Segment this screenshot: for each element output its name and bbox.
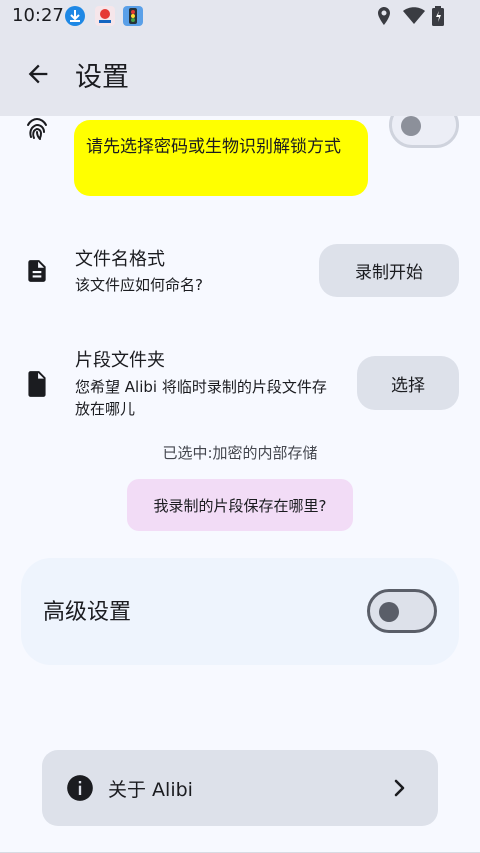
- status-time: 10:27: [12, 5, 64, 26]
- advanced-settings-card[interactable]: 高级设置: [21, 558, 459, 665]
- clip-folder-tooltip: 我录制的片段保存在哪里?: [127, 479, 353, 531]
- choose-folder-button[interactable]: 选择: [357, 356, 459, 410]
- clip-folder-title: 片段文件夹: [75, 350, 165, 371]
- security-toggle[interactable]: [389, 116, 459, 148]
- document-text-icon: [24, 258, 50, 288]
- about-label: 关于 Alibi: [108, 779, 193, 801]
- advanced-toggle-knob: [379, 602, 399, 622]
- filename-format-subtitle: 该文件应如何命名?: [75, 276, 203, 294]
- security-toggle-knob: [401, 116, 421, 136]
- app-icon: [95, 6, 115, 26]
- page-title: 设置: [75, 62, 129, 93]
- download-icon: [65, 6, 85, 26]
- arrow-back-icon: [28, 64, 48, 84]
- recording-start-button[interactable]: 录制开始: [319, 244, 459, 297]
- advanced-settings-toggle[interactable]: [367, 589, 437, 633]
- selected-folder-caption: 已选中:加密的内部存储: [162, 444, 318, 462]
- battery-icon: [432, 6, 444, 30]
- settings-list[interactable]: 请先选择密码或生物识别解锁方式 文件名格式 该文件应如何命名? 录制开始 片段文…: [0, 116, 480, 853]
- about-button[interactable]: 关于 Alibi: [42, 750, 438, 826]
- clip-folder-subtitle: 您希望 Alibi 将临时录制的片段文件存放在哪儿: [75, 378, 327, 418]
- location-icon: [375, 6, 393, 30]
- app-bar: 设置: [0, 32, 480, 116]
- status-bar: 10:27: [0, 0, 480, 32]
- filename-format-title: 文件名格式: [75, 249, 165, 270]
- document-icon: [24, 369, 50, 403]
- traffic-light-icon: [123, 6, 143, 26]
- wifi-icon: [402, 6, 426, 30]
- back-button[interactable]: [20, 56, 56, 92]
- fingerprint-icon: [24, 116, 50, 144]
- security-tooltip: 请先选择密码或生物识别解锁方式: [74, 120, 368, 196]
- chevron-right-icon: [390, 777, 410, 803]
- info-icon: [66, 774, 94, 806]
- advanced-settings-label: 高级设置: [43, 600, 132, 625]
